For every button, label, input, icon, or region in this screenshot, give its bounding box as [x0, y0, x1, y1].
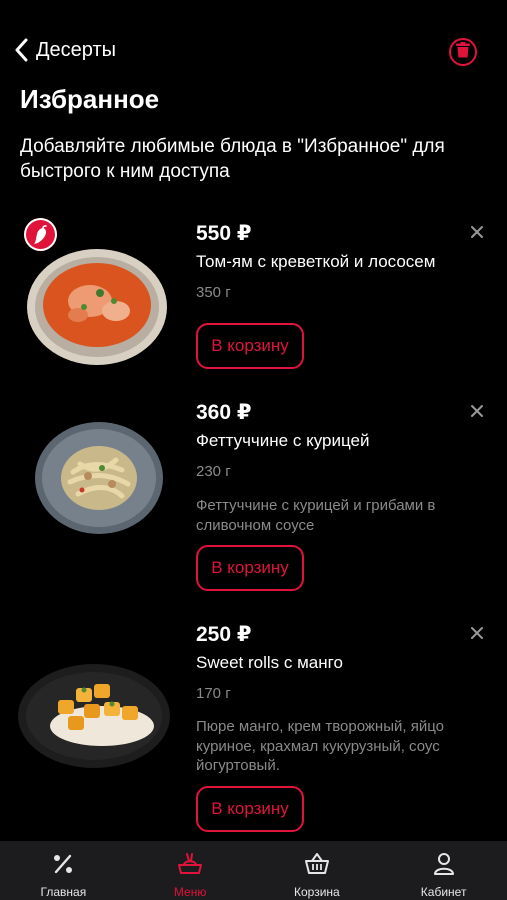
item-description: Пюре манго, крем творожный, яйцо куриное…	[196, 718, 444, 774]
tab-label: Кабинет	[420, 885, 467, 899]
item-price: 250 ₽	[196, 623, 252, 646]
item-name[interactable]: Феттуччине с курицей	[196, 431, 369, 451]
nav-header: Десерты	[0, 0, 507, 80]
tab-home[interactable]: Главная	[0, 841, 127, 900]
item-price: 550 ₽	[196, 222, 252, 245]
tab-label: Главная	[40, 885, 87, 899]
item-weight: 350 г	[196, 284, 231, 301]
item-weight: 230 г	[196, 463, 231, 480]
back-label: Десерты	[36, 38, 117, 61]
remove-favorite-button[interactable]	[466, 402, 488, 424]
remove-favorite-button[interactable]	[466, 624, 488, 646]
item-name[interactable]: Sweet rolls с манго	[196, 653, 343, 673]
tab-account[interactable]: Кабинет	[380, 841, 507, 900]
tab-label: Меню	[173, 885, 207, 899]
close-icon	[470, 404, 484, 423]
add-to-cart-button[interactable]: В корзину	[196, 323, 304, 369]
favorite-item: 250 ₽ Sweet rolls с манго 170 г Пюре ман…	[0, 622, 507, 837]
user-icon	[433, 851, 455, 877]
remove-favorite-button[interactable]	[466, 223, 488, 245]
chevron-left-icon	[14, 38, 28, 62]
close-icon	[470, 225, 484, 244]
tab-menu[interactable]: Меню	[127, 841, 254, 900]
basket-icon	[303, 851, 331, 877]
favorite-item: 360 ₽ Феттуччине с курицей 230 г Феттучч…	[0, 400, 507, 600]
close-icon	[470, 626, 484, 645]
add-to-cart-button[interactable]: В корзину	[196, 545, 304, 591]
back-button[interactable]: Десерты	[14, 38, 116, 62]
page-subtitle: Добавляйте любимые блюда в "Избранное" д…	[20, 136, 445, 182]
percent-icon	[52, 851, 74, 877]
item-name[interactable]: Том-ям с креветкой и лососем	[196, 252, 435, 272]
dish-image-tom-yam[interactable]	[18, 241, 176, 371]
add-to-cart-button[interactable]: В корзину	[196, 786, 304, 832]
item-price: 360 ₽	[196, 401, 252, 424]
favorite-item: 550 ₽ Том-ям с креветкой и лососем 350 г…	[0, 221, 507, 381]
page-title: Избранное	[20, 84, 160, 114]
menu-dish-icon	[176, 851, 204, 877]
tab-label: Корзина	[294, 885, 340, 899]
tab-cart[interactable]: Корзина	[254, 841, 381, 900]
trash-icon	[456, 41, 470, 63]
dish-image-sweet-rolls[interactable]	[18, 644, 176, 774]
dish-image-fettuccine[interactable]	[18, 410, 176, 540]
chili-pepper-icon	[24, 218, 57, 251]
item-description: Феттуччине с курицей и грибами в сливочн…	[196, 497, 436, 534]
item-weight: 170 г	[196, 685, 231, 702]
tab-bar: Главная Меню Корзина Кабинет	[0, 841, 507, 900]
delete-all-button[interactable]	[449, 38, 477, 66]
